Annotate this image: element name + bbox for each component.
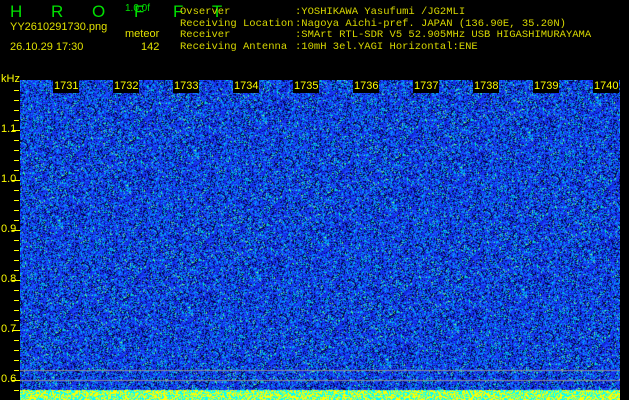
y-tick <box>14 100 19 101</box>
app-version: 1.0.0f <box>125 3 151 14</box>
y-tick <box>14 360 19 361</box>
info-label: Receiver <box>180 29 231 41</box>
info-value: :YOSHIKAWA Yasufumi /JG2MLI <box>295 6 466 18</box>
y-tick <box>14 190 19 191</box>
minute-label: 1735 <box>293 80 320 93</box>
info-value: :SMArt RTL-SDR V5 52.905MHz USB HIGASHIM… <box>295 29 592 41</box>
y-tick <box>14 240 19 241</box>
y-tick <box>14 320 19 321</box>
minute-label: 1736 <box>353 80 380 93</box>
spectrogram <box>20 80 620 400</box>
y-tick <box>14 160 19 161</box>
meteor-count: 142 <box>141 41 160 53</box>
minute-label: 1732 <box>113 80 140 93</box>
y-tick <box>12 130 20 131</box>
y-tick <box>14 140 19 141</box>
y-tick-label: 0.6 <box>1 373 17 385</box>
y-tick-label: 0.7 <box>1 323 17 335</box>
y-tick <box>14 340 19 341</box>
y-tick <box>14 120 19 121</box>
meteor-label: meteor <box>125 28 160 40</box>
y-tick-label: 1.0 <box>1 173 17 185</box>
y-tick <box>12 380 20 381</box>
minute-label: 1731 <box>53 80 80 93</box>
y-tick <box>12 280 20 281</box>
y-tick <box>14 110 19 111</box>
minute-label: 1739 <box>533 80 560 93</box>
y-tick <box>14 350 19 351</box>
minute-label: 1733 <box>173 80 200 93</box>
info-label: Ovserver <box>180 6 231 18</box>
info-labels: Ovserver Receiving Location Receiver Rec… <box>180 6 293 53</box>
y-tick <box>14 220 19 221</box>
y-tick <box>14 310 19 311</box>
minute-label: 1737 <box>413 80 440 93</box>
y-tick <box>12 330 20 331</box>
y-tick <box>14 90 19 91</box>
y-tick <box>14 370 19 371</box>
y-unit: kHz <box>1 73 20 85</box>
minute-label: 1738 <box>473 80 500 93</box>
minute-label: 1734 <box>233 80 260 93</box>
y-tick <box>14 250 19 251</box>
y-tick <box>14 390 19 391</box>
y-tick <box>14 150 19 151</box>
y-tick-label: 1.1 <box>1 123 17 135</box>
minute-label: 1740 <box>593 80 620 93</box>
file-name: YY2610291730.png <box>10 21 108 33</box>
y-tick <box>12 180 20 181</box>
y-tick <box>14 170 19 171</box>
info-label: Receiving Antenna <box>180 40 288 53</box>
info-values: :YOSHIKAWA Yasufumi /JG2MLI :Nagoya Aich… <box>295 6 592 53</box>
y-tick <box>14 290 19 291</box>
y-tick-label: 0.8 <box>1 273 17 285</box>
file-datetime: 26.10.29 17:30 <box>10 41 84 53</box>
info-value: :10mH 3el.YAGI Horizontal:ENE <box>295 40 478 53</box>
y-tick <box>12 230 20 231</box>
y-tick-label: 0.9 <box>1 223 17 235</box>
y-tick <box>14 300 19 301</box>
y-tick <box>14 200 19 201</box>
y-tick <box>14 260 19 261</box>
y-tick <box>14 270 19 271</box>
y-tick <box>14 210 19 211</box>
